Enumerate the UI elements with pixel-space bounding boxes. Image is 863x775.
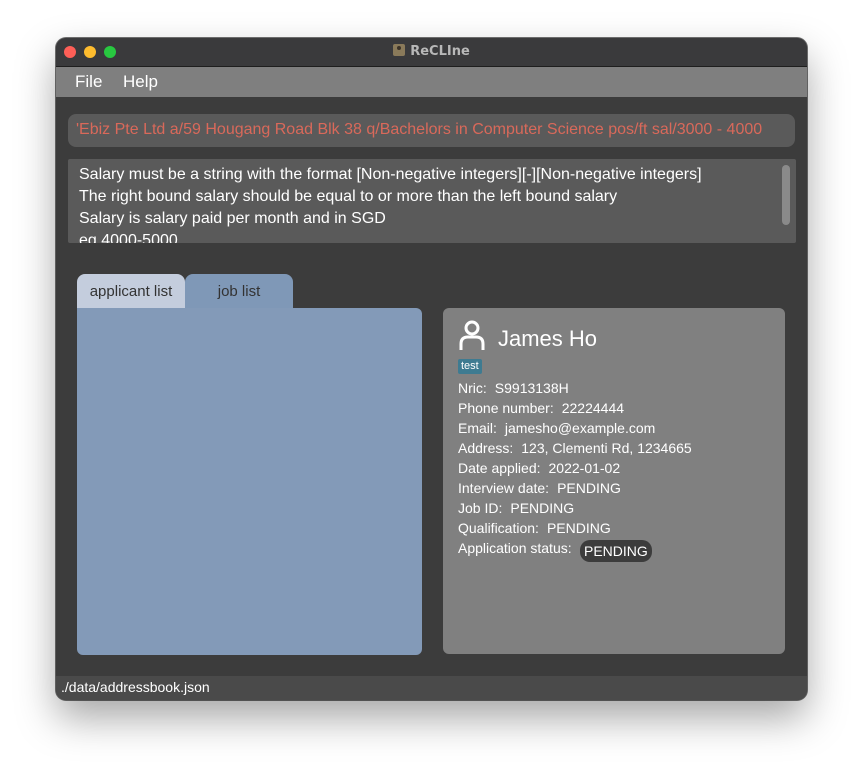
person-icon	[459, 320, 485, 350]
command-input-text: 'Ebiz Pte Ltd a/59 Hougang Road Blk 38 q…	[76, 121, 763, 138]
field-email: Email: jamesho@example.com	[458, 420, 655, 436]
field-label: Email:	[458, 420, 497, 436]
tab-applicant-list[interactable]: applicant list	[77, 274, 185, 309]
menu-help[interactable]: Help	[123, 72, 158, 92]
field-value: PENDING	[510, 500, 575, 516]
field-qualification: Qualification: PENDING	[458, 520, 611, 536]
field-value: 123, Clementi Rd, 1234665	[521, 440, 692, 456]
window-title-area: ReCLIne	[56, 44, 807, 59]
result-line: Salary must be a string with the format …	[79, 166, 702, 183]
field-label: Phone number:	[458, 400, 554, 416]
command-input[interactable]: 'Ebiz Pte Ltd a/59 Hougang Road Blk 38 q…	[68, 114, 795, 147]
field-label: Qualification:	[458, 520, 539, 536]
field-label: Address:	[458, 440, 514, 456]
field-value: S9913138H	[494, 380, 569, 396]
app-window: ReCLIne File Help 'Ebiz Pte Ltd a/59 Hou…	[56, 38, 807, 700]
result-line: Salary is salary paid per month and in S…	[79, 210, 386, 227]
field-label: Application status:	[458, 540, 572, 556]
result-line: eg 4000-5000	[79, 232, 178, 243]
applicant-list-panel[interactable]	[77, 308, 422, 655]
result-scrollbar[interactable]	[782, 165, 790, 225]
data-file-path: ./data/addressbook.json	[61, 679, 210, 695]
applicant-name: James Ho	[498, 326, 598, 351]
field-label: Date applied:	[458, 460, 541, 476]
field-value: PENDING	[557, 480, 621, 496]
field-label: Job ID:	[458, 500, 503, 516]
field-date-applied: Date applied: 2022-01-02	[458, 460, 620, 476]
menu-bar: File Help	[56, 67, 807, 97]
field-interview-date: Interview date: PENDING	[458, 480, 621, 496]
field-value: 22224444	[561, 400, 625, 416]
tab-job-list[interactable]: job list	[185, 274, 293, 309]
title-bar[interactable]: ReCLIne	[56, 38, 807, 67]
field-label: Interview date:	[458, 480, 550, 496]
field-value: 2022-01-02	[548, 460, 621, 476]
field-nric: Nric: S9913138H	[458, 380, 569, 396]
window-title: ReCLIne	[410, 44, 470, 59]
applicant-detail-panel: James Ho test Nric: S9913138H Phone numbe…	[443, 308, 785, 654]
field-phone: Phone number: 22224444	[458, 400, 624, 416]
menu-file[interactable]: File	[75, 72, 102, 92]
result-line: The right bound salary should be equal t…	[79, 188, 618, 205]
tag-badge: test	[458, 359, 482, 374]
status-bar: ./data/addressbook.json	[56, 676, 807, 700]
field-address: Address: 123, Clementi Rd, 1234665	[458, 440, 692, 456]
status-badge: PENDING	[580, 540, 652, 562]
field-label: Nric:	[458, 380, 487, 396]
field-value: PENDING	[546, 520, 611, 536]
field-value: jamesho@example.com	[504, 420, 656, 436]
app-icon	[393, 44, 406, 56]
result-display[interactable]: Salary must be a string with the format …	[68, 159, 796, 243]
field-application-status: Application status:	[458, 540, 572, 556]
field-job-id: Job ID: PENDING	[458, 500, 574, 516]
